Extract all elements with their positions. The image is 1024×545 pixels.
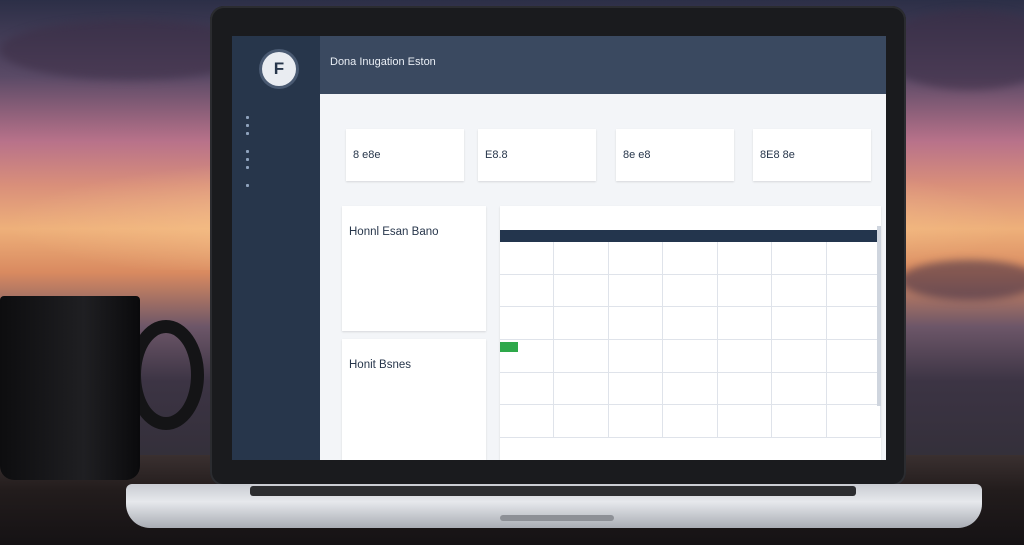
sidebar-nav <box>232 100 320 187</box>
weekday-label <box>772 230 826 242</box>
kpi-card[interactable]: E8.8 <box>478 129 596 181</box>
calendar-day-cell[interactable] <box>717 307 773 340</box>
card-title: Honit Bsnes <box>349 359 412 371</box>
sidebar-item[interactable] <box>232 178 320 187</box>
calendar-day-cell[interactable] <box>608 340 664 373</box>
calendar-day-cell[interactable] <box>554 242 609 275</box>
main-content: 8 e8e E8.8 8e e8 8E8 8e Honnl Esan Bano <box>320 94 886 460</box>
calendar-scrollbar[interactable] <box>877 226 881 406</box>
calendar-day-cell[interactable] <box>772 242 827 275</box>
card-row <box>349 411 481 419</box>
sidebar-item[interactable] <box>232 110 320 119</box>
calendar-day-cell[interactable] <box>772 340 827 373</box>
calendar-day-cell[interactable] <box>500 307 555 340</box>
calendar-subheader <box>500 220 881 230</box>
calendar-day-cell[interactable] <box>663 340 718 373</box>
calendar-day-cell[interactable] <box>717 340 773 373</box>
calendar-event[interactable] <box>500 342 518 352</box>
weekday-label <box>718 230 772 242</box>
calendar-day-cell[interactable] <box>772 274 827 308</box>
calendar-toolbar <box>500 206 881 220</box>
calendar-day-cell[interactable] <box>826 340 881 373</box>
coffee-mug <box>0 296 140 480</box>
calendar-day-cell[interactable] <box>826 307 881 340</box>
calendar-day-cell[interactable] <box>500 242 555 275</box>
card-row <box>349 302 481 310</box>
calendar-day-cell[interactable] <box>608 372 664 406</box>
calendar-day-cell[interactable] <box>663 372 718 406</box>
calendar-day-cell[interactable] <box>826 274 881 308</box>
sidebar-item[interactable] <box>232 152 320 161</box>
app-logo[interactable]: F <box>262 52 296 86</box>
calendar-day-cell[interactable] <box>717 405 773 438</box>
weekday-label <box>609 230 663 242</box>
card-row <box>349 314 481 322</box>
calendar-day-cell[interactable] <box>826 242 881 275</box>
calendar-day-cell[interactable] <box>772 307 827 340</box>
calendar-day-cell[interactable] <box>663 405 718 438</box>
calendar-day-cell[interactable] <box>500 340 555 373</box>
card-title: Honnl Esan Bano <box>349 226 439 238</box>
sidebar-item[interactable] <box>232 144 320 153</box>
calendar-day-cell[interactable] <box>500 274 555 308</box>
kpi-value: 8e e8 <box>623 149 651 161</box>
weekday-label <box>500 230 554 242</box>
kpi-card[interactable]: 8E8 8e <box>753 129 871 181</box>
kpi-value: 8E8 8e <box>760 149 795 161</box>
sidebar-item[interactable] <box>232 126 320 135</box>
laptop-screen: F Dona Inugation Eston 8 e8e E8.8 8e e8 … <box>232 36 886 460</box>
calendar-day-cell[interactable] <box>663 274 718 308</box>
card-row <box>349 254 481 262</box>
card-row <box>349 423 481 431</box>
card-row <box>349 278 481 286</box>
calendar-day-cell[interactable] <box>554 405 609 438</box>
cloud <box>900 260 1024 300</box>
calendar-day-cell[interactable] <box>663 307 718 340</box>
card-row <box>349 399 481 407</box>
calendar-day-cell[interactable] <box>500 372 555 406</box>
calendar-day-cell[interactable] <box>826 372 881 406</box>
detail-card: Honnl Esan Bano <box>342 206 486 331</box>
calendar-day-cell[interactable] <box>554 340 609 373</box>
calendar-grid <box>500 242 881 438</box>
calendar-day-cell[interactable] <box>554 307 609 340</box>
kpi-value: E8.8 <box>485 149 508 161</box>
calendar-day-cell[interactable] <box>500 405 555 438</box>
calendar-day-cell[interactable] <box>772 372 827 406</box>
weekday-label <box>827 230 881 242</box>
calendar-day-cell[interactable] <box>717 372 773 406</box>
sidebar-item[interactable] <box>232 160 320 169</box>
top-header: Dona Inugation Eston <box>320 36 886 94</box>
weekday-label <box>554 230 608 242</box>
calendar-day-cell[interactable] <box>554 372 609 406</box>
sidebar-item[interactable] <box>232 118 320 127</box>
calendar-day-cell[interactable] <box>608 405 664 438</box>
calendar <box>500 206 881 460</box>
card-row <box>349 290 481 298</box>
kpi-value: 8 e8e <box>353 149 381 161</box>
weekday-label <box>663 230 717 242</box>
sidebar: F <box>232 36 320 460</box>
calendar-day-cell[interactable] <box>826 405 881 438</box>
calendar-day-cell[interactable] <box>717 274 773 308</box>
page-title: Dona Inugation Eston <box>330 56 436 68</box>
calendar-day-cell[interactable] <box>554 274 609 308</box>
laptop-notch <box>500 515 614 521</box>
calendar-day-cell[interactable] <box>663 242 718 275</box>
calendar-day-cell[interactable] <box>608 242 664 275</box>
calendar-day-cell[interactable] <box>772 405 827 438</box>
laptop-keyboard <box>250 486 856 496</box>
card-row <box>349 435 481 443</box>
kpi-card[interactable]: 8e e8 <box>616 129 734 181</box>
detail-card: Honit Bsnes <box>342 339 486 460</box>
calendar-day-cell[interactable] <box>608 307 664 340</box>
calendar-weekday-row <box>500 230 881 242</box>
calendar-day-cell[interactable] <box>608 274 664 308</box>
kpi-card[interactable]: 8 e8e <box>346 129 464 181</box>
card-row <box>349 266 481 274</box>
card-row <box>349 387 481 395</box>
calendar-day-cell[interactable] <box>717 242 773 275</box>
